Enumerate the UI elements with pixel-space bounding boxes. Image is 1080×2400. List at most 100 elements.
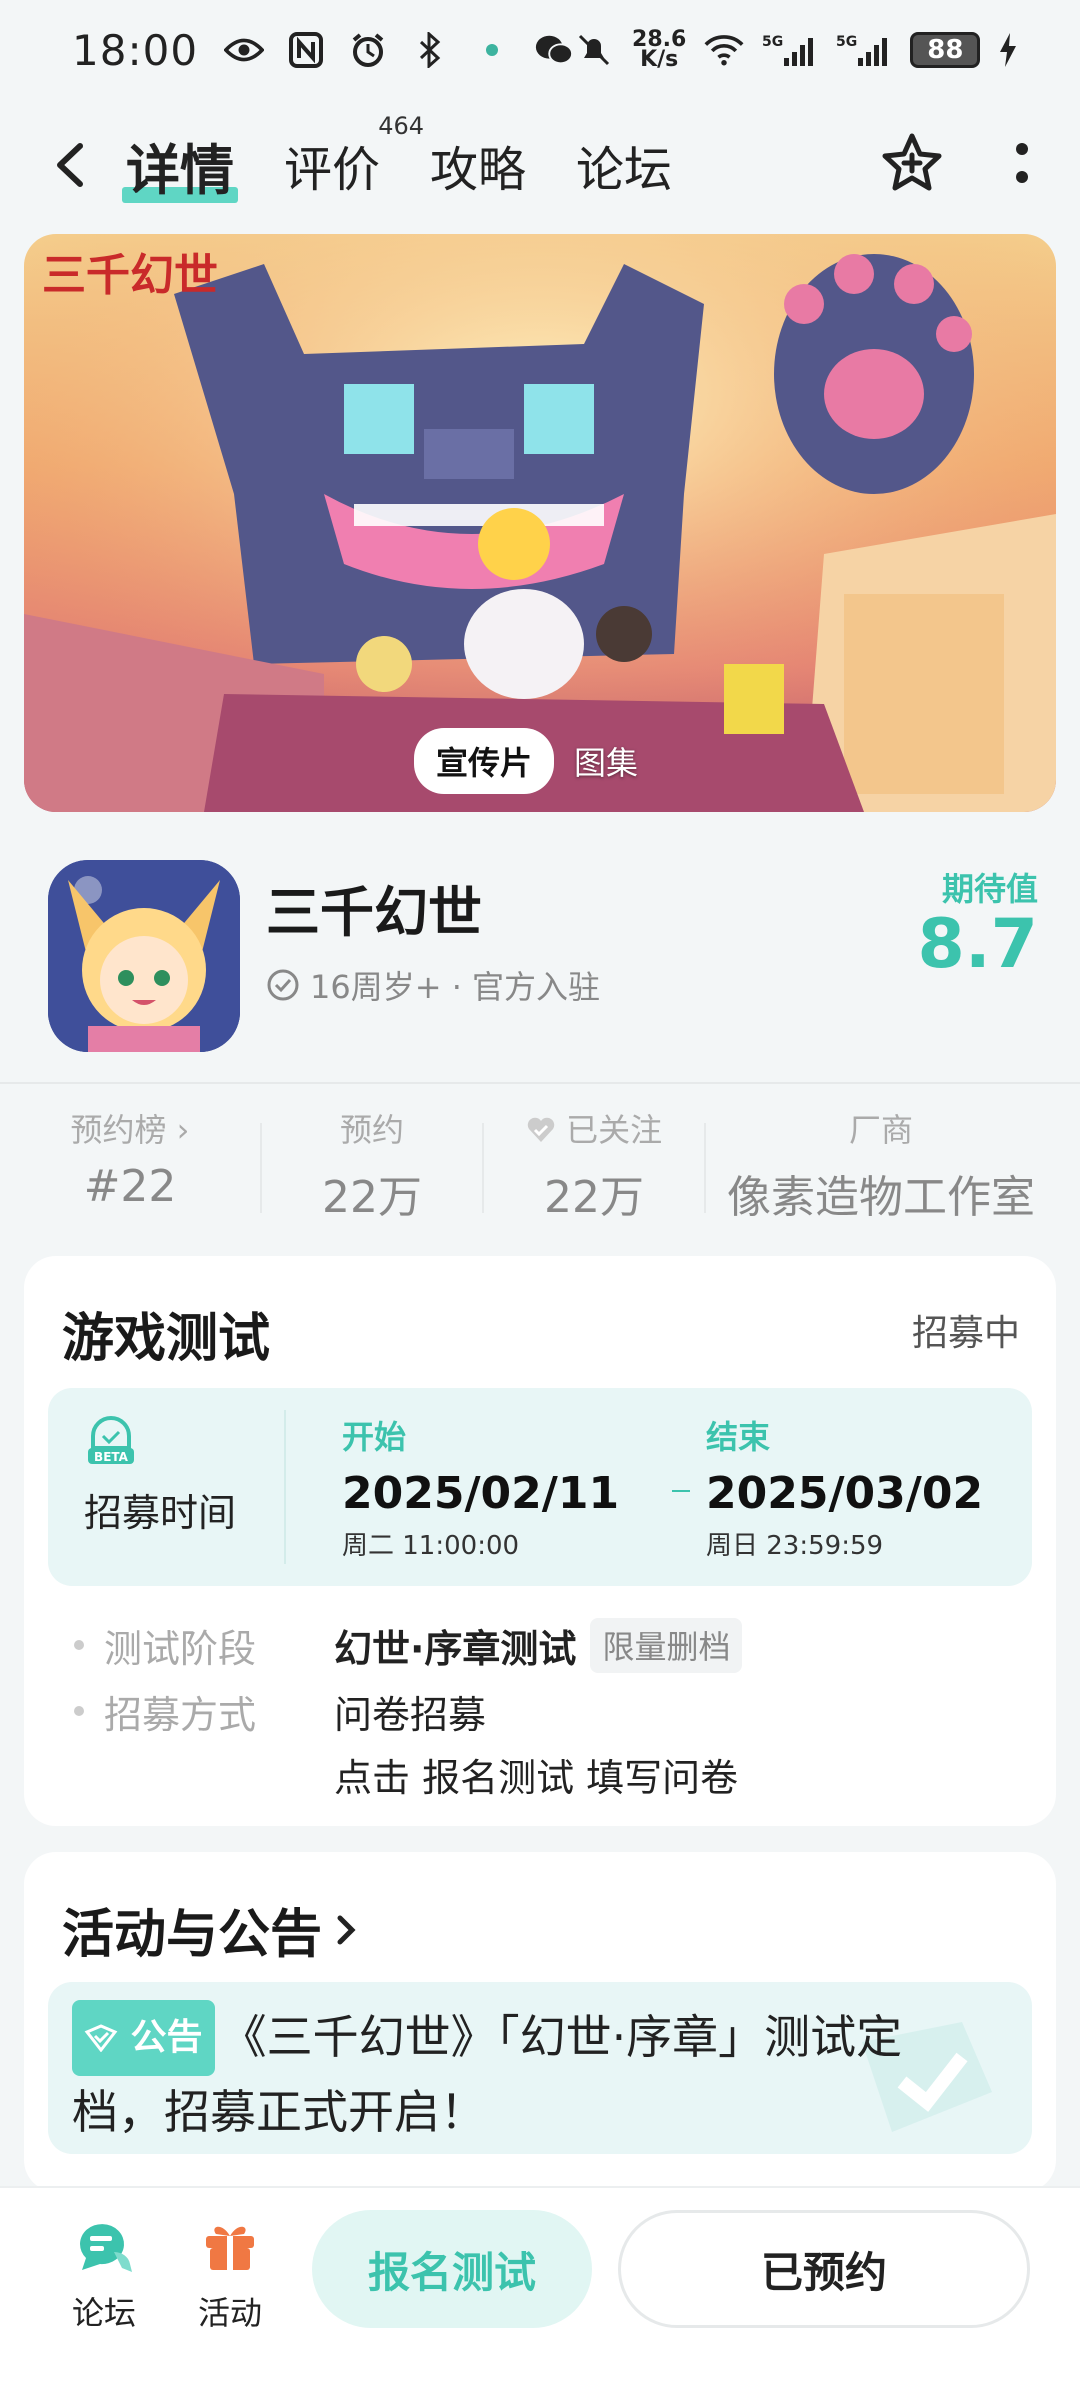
nfc-icon [286, 30, 326, 70]
test-phase-value: 幻世·序章测试 [334, 1627, 577, 1671]
wechat-icon [534, 30, 574, 70]
recruit-time-label: 招募时间 [84, 1491, 237, 1535]
game-meta-text: 16周岁+ · 官方入驻 [310, 968, 601, 1006]
activity-header[interactable]: 活动与公告 [62, 1892, 358, 1967]
tab-reviews-label: 评价 [284, 142, 381, 198]
chevron-left-icon [57, 143, 83, 187]
more-button[interactable] [1014, 141, 1030, 189]
recruit-status: 招募中 [911, 1313, 1020, 1354]
top-nav: 详情 评价 464 攻略 论坛 [0, 110, 1080, 220]
reserved-button[interactable]: 已预约 [618, 2210, 1030, 2328]
battery-indicator: 88 [910, 32, 981, 68]
tab-details[interactable]: 详情 [122, 126, 238, 205]
stat-label: 预约 [339, 1111, 404, 1149]
banner-tab-video[interactable]: 宣传片 [414, 728, 555, 794]
end-label: 结束 [706, 1418, 771, 1456]
test-phase-row: 测试阶段 幻世·序章测试 限量删档 [74, 1618, 743, 1673]
forum-button[interactable]: 论坛 [54, 2218, 154, 2334]
recruit-method-value: 问卷招募 [334, 1693, 487, 1737]
banner-artwork: 三千幻世 [24, 234, 1056, 812]
bottom-action-bar: 论坛 活动 报名测试 已预约 [0, 2186, 1080, 2400]
activity-label: 活动 [197, 2294, 262, 2332]
svg-text:5G: 5G [836, 34, 857, 50]
status-time: 18:00 [72, 25, 199, 75]
verified-check-icon [267, 969, 299, 1001]
forum-label: 论坛 [71, 2294, 136, 2332]
announcement-text: 公告 《三千幻世》「幻世·序章」测试定档，招募正式开启！ [72, 2000, 972, 2148]
box-divider [284, 1410, 286, 1564]
stat-value: 像素造物工作室 [727, 1172, 1035, 1223]
header-divider [0, 1082, 1080, 1084]
end-block: 结束 2025/03/02 周日 23:59:59 [706, 1412, 983, 1562]
game-title: 三千幻世 [266, 881, 482, 944]
tab-guides[interactable]: 攻略 [430, 130, 526, 200]
heart-check-icon [527, 1117, 555, 1142]
start-label: 开始 [342, 1418, 407, 1456]
recruit-method-row: 招募方式 问卷招募 点击 报名测试 填写问卷 [74, 1684, 738, 1802]
date-range-separator [672, 1490, 690, 1492]
stat-value: 22万 [322, 1172, 422, 1223]
stat-label: 预约榜 › [70, 1111, 190, 1149]
more-vertical-icon [1016, 143, 1028, 183]
bullet [74, 1706, 84, 1716]
end-time: 周日 23:59:59 [706, 1531, 884, 1561]
svg-text:5G: 5G [762, 34, 783, 50]
beta-icon: BETA [86, 1414, 136, 1470]
activity-button[interactable]: 活动 [180, 2218, 280, 2334]
stats-row: 预约榜 › #22 预约 22万 已关注 22万 厂商 像素造物工作室 [0, 1105, 1080, 1225]
announcement-badge: 公告 [72, 2000, 215, 2076]
end-date: 2025/03/02 [706, 1468, 984, 1519]
announcement-item[interactable]: 公告 《三千幻世》「幻世·序章」测试定档，招募正式开启！ [48, 1982, 1032, 2154]
expectation-label: 期待值 [941, 870, 1038, 908]
promo-banner[interactable]: 三千幻世 宣传片 图集 [24, 234, 1056, 812]
tab-reviews[interactable]: 评价 464 [284, 112, 424, 200]
stat-reserve-rank[interactable]: 预约榜 › #22 [0, 1105, 260, 1225]
back-button[interactable] [50, 135, 110, 195]
recruit-period-box: BETA 招募时间 开始 2025/02/11 周二 11:00:00 结束 2… [48, 1388, 1032, 1586]
signup-test-button[interactable]: 报名测试 [312, 2210, 592, 2328]
expectation-value: 8.7 [917, 905, 1038, 984]
app-notification-icon [472, 30, 512, 70]
signal-1-icon: 5G [762, 30, 818, 70]
status-bar: 18:00 28.6 K/s 5G 5G 88 [0, 0, 1080, 100]
review-count: 464 [378, 112, 425, 140]
activity-title: 活动与公告 [62, 1905, 323, 1965]
stat-label: 厂商 [848, 1111, 913, 1149]
game-meta: 16周岁+ · 官方入驻 [266, 962, 600, 1008]
banner-tab-gallery[interactable]: 图集 [574, 738, 638, 784]
network-speed: 28.6 K/s [632, 27, 687, 72]
game-app-icon [48, 860, 240, 1052]
svg-text:三千幻世: 三千幻世 [42, 250, 218, 301]
activity-card: 活动与公告 公告 《三千幻世》「幻世·序章」测试定档，招募正式开启！ [24, 1852, 1056, 2192]
start-date: 2025/02/11 [342, 1468, 620, 1519]
star-add-icon [882, 133, 942, 191]
stat-label: 已关注 [484, 1105, 704, 1151]
tab-forum[interactable]: 论坛 [576, 130, 672, 200]
chevron-right-icon [337, 1915, 356, 1944]
game-test-card: 游戏测试 招募中 BETA 招募时间 开始 2025/02/11 周二 11:0… [24, 1256, 1056, 1826]
card-title: 游戏测试 [62, 1309, 271, 1369]
charging-icon [998, 30, 1018, 70]
wifi-icon [704, 30, 744, 70]
game-header: 三千幻世 16周岁+ · 官方入驻 期待值 8.7 [48, 860, 1038, 1060]
start-time: 周二 11:00:00 [342, 1531, 520, 1561]
expectation-score: 期待值 8.7 [918, 864, 1038, 980]
test-phase-label: 测试阶段 [104, 1627, 257, 1671]
bullet [74, 1640, 84, 1650]
bluetooth-icon [410, 30, 450, 70]
start-block: 开始 2025/02/11 周二 11:00:00 [342, 1412, 619, 1562]
stat-value: 22万 [544, 1172, 644, 1223]
recruit-method-hint: 点击 报名测试 填写问卷 [334, 1756, 739, 1800]
forum-chat-icon [80, 2224, 132, 2272]
recruit-method-label: 招募方式 [104, 1693, 257, 1737]
stat-developer[interactable]: 厂商 像素造物工作室 [706, 1105, 1056, 1225]
favorite-button[interactable] [880, 131, 944, 199]
stat-reservations: 预约 22万 [262, 1105, 482, 1225]
mute-icon [574, 30, 614, 70]
signal-2-icon: 5G [836, 30, 892, 70]
svg-text:BETA: BETA [94, 1450, 129, 1464]
eye-icon [224, 30, 265, 70]
notice-icon [84, 2024, 118, 2053]
stat-followers: 已关注 22万 [484, 1105, 704, 1225]
alarm-icon [348, 30, 388, 70]
